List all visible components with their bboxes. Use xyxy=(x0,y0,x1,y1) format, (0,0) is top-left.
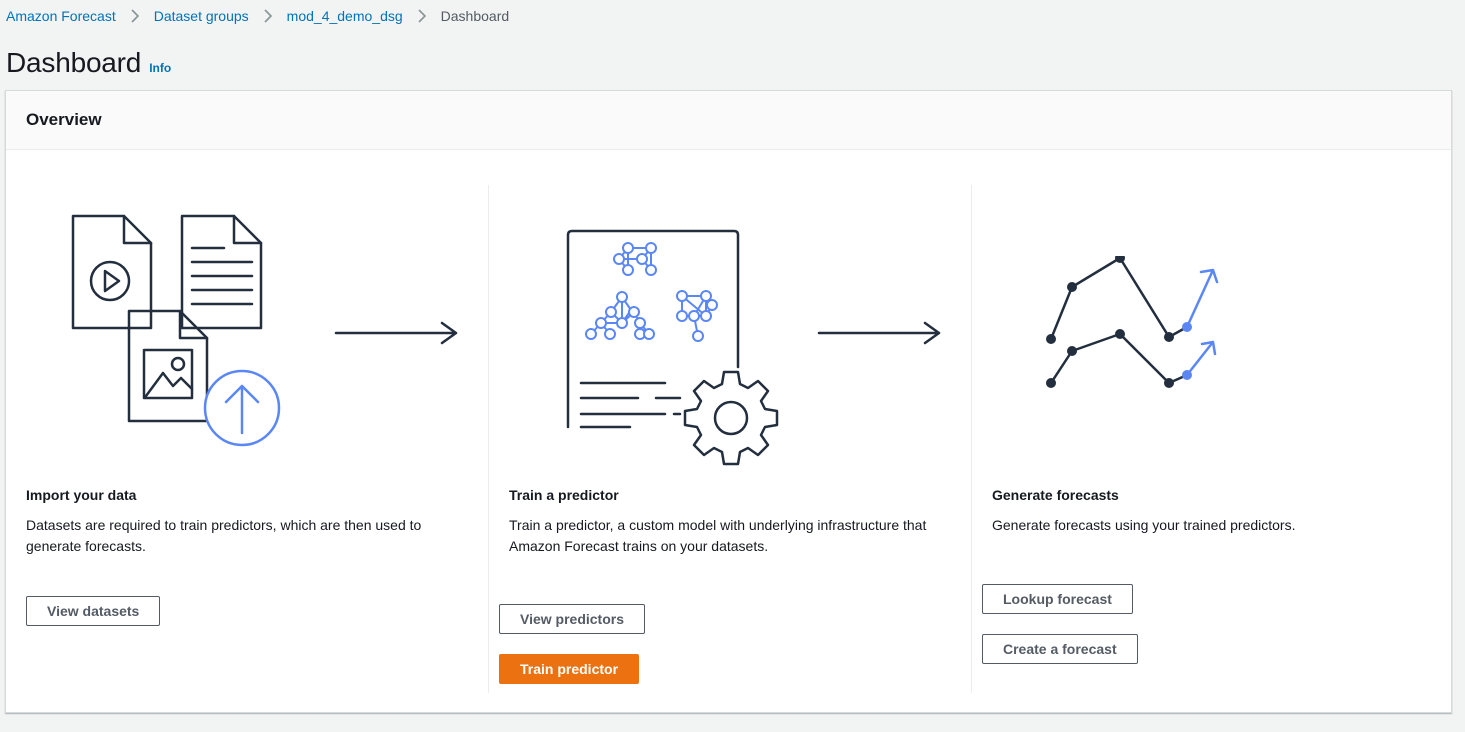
breadcrumb-amazon-forecast[interactable]: Amazon Forecast xyxy=(6,8,116,24)
view-datasets-button[interactable]: View datasets xyxy=(26,596,161,626)
arrow-right-icon xyxy=(334,321,460,345)
chevron-right-icon xyxy=(128,9,142,23)
column-divider xyxy=(488,185,489,693)
overview-panel: Overview Import your data Datasets are r… xyxy=(5,90,1452,713)
train-predictor-button[interactable]: Train predictor xyxy=(499,654,640,684)
overview-header: Overview xyxy=(6,91,1451,150)
page-title: Dashboard xyxy=(6,47,142,78)
train-predictor-illustration xyxy=(561,226,781,466)
step-title-import-data: Import your data xyxy=(26,487,137,503)
step-title-train-predictor: Train a predictor xyxy=(509,487,619,503)
chevron-right-icon xyxy=(261,9,275,23)
step-description-import-data: Datasets are required to train predictor… xyxy=(26,517,422,554)
page-header: Dashboard Info xyxy=(6,47,171,79)
view-predictors-button[interactable]: View predictors xyxy=(499,604,646,634)
generate-forecasts-illustration xyxy=(1041,256,1241,396)
step-description-train-predictor: Train a predictor, a custom model with u… xyxy=(509,517,927,554)
chevron-right-icon xyxy=(415,9,429,23)
breadcrumb-dataset-group-name[interactable]: mod_4_demo_dsg xyxy=(287,8,403,24)
step-description-generate-forecasts: Generate forecasts using your trained pr… xyxy=(992,517,1296,533)
step-title-generate-forecasts: Generate forecasts xyxy=(992,487,1119,503)
breadcrumb-dataset-groups[interactable]: Dataset groups xyxy=(154,8,249,24)
import-data-illustration xyxy=(66,211,286,461)
create-forecast-button[interactable]: Create a forecast xyxy=(982,634,1138,664)
info-link[interactable]: Info xyxy=(149,61,171,75)
breadcrumb-current: Dashboard xyxy=(440,8,510,24)
breadcrumb: Amazon Forecast Dataset groups mod_4_dem… xyxy=(6,7,509,25)
arrow-right-icon xyxy=(817,321,943,345)
overview-title: Overview xyxy=(26,110,102,129)
lookup-forecast-button[interactable]: Lookup forecast xyxy=(982,584,1133,614)
column-divider xyxy=(971,185,972,693)
